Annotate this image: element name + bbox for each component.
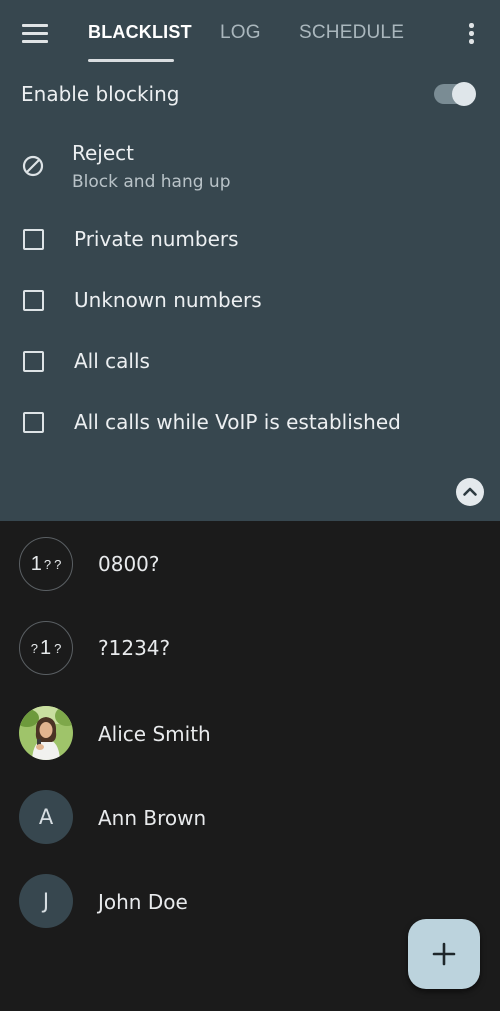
number-pattern-avatar: 1 ? ? xyxy=(19,537,73,591)
blacklist-entry-label: 0800? xyxy=(98,552,160,576)
tab-schedule[interactable]: SCHEDULE xyxy=(299,22,404,48)
list-item[interactable]: 1 ? ? 0800? xyxy=(0,521,500,605)
chevron-up-icon xyxy=(463,487,477,496)
list-item[interactable]: Alice Smith xyxy=(0,690,500,774)
private-numbers-checkbox[interactable] xyxy=(23,229,44,250)
blocking-settings-panel: BLACKLIST LOG SCHEDULE Enable blocking R… xyxy=(0,0,500,521)
block-icon xyxy=(22,155,44,177)
blacklist-entry-label: John Doe xyxy=(98,890,188,914)
number-pattern-avatar: ? 1 ? xyxy=(19,621,73,675)
private-numbers-label: Private numbers xyxy=(74,227,239,251)
blacklist-entry-label: Ann Brown xyxy=(98,806,207,830)
tab-blacklist[interactable]: BLACKLIST xyxy=(88,22,192,48)
blacklist-entry-label: Alice Smith xyxy=(98,722,211,746)
add-icon xyxy=(432,942,456,966)
list-item[interactable]: ? 1 ? ?1234? xyxy=(0,605,500,689)
hamburger-menu-icon[interactable] xyxy=(22,22,48,44)
avatar-glyph: ? xyxy=(54,556,62,572)
add-entry-button[interactable] xyxy=(408,919,480,989)
unknown-numbers-checkbox[interactable] xyxy=(23,290,44,311)
reject-subtitle: Block and hang up xyxy=(72,172,231,192)
avatar-glyph: ? xyxy=(43,556,52,572)
active-tab-indicator xyxy=(88,59,174,62)
avatar-glyph: 1 xyxy=(30,552,42,575)
reject-title: Reject xyxy=(72,141,135,165)
tab-log[interactable]: LOG xyxy=(220,22,261,48)
toolbar: BLACKLIST LOG SCHEDULE xyxy=(0,0,500,66)
list-item[interactable]: A Ann Brown xyxy=(0,774,500,858)
collapse-settings-button[interactable] xyxy=(456,478,484,506)
avatar-glyph: ? xyxy=(30,640,38,656)
all-calls-voip-label: All calls while VoIP is established xyxy=(74,410,401,434)
unknown-numbers-label: Unknown numbers xyxy=(74,288,262,312)
avatar-glyph: ? xyxy=(54,640,62,656)
letter-avatar: A xyxy=(19,790,73,844)
all-calls-label: All calls xyxy=(74,349,150,373)
more-vert-icon[interactable] xyxy=(466,22,476,46)
all-calls-voip-checkbox[interactable] xyxy=(23,412,44,433)
letter-avatar: J xyxy=(19,874,73,928)
blacklist-entry-label: ?1234? xyxy=(98,636,171,660)
enable-blocking-label: Enable blocking xyxy=(21,82,180,106)
contact-photo-avatar xyxy=(19,706,73,760)
avatar-glyph: 1 xyxy=(39,636,52,659)
all-calls-checkbox[interactable] xyxy=(23,351,44,372)
enable-blocking-toggle-thumb[interactable] xyxy=(452,82,476,106)
